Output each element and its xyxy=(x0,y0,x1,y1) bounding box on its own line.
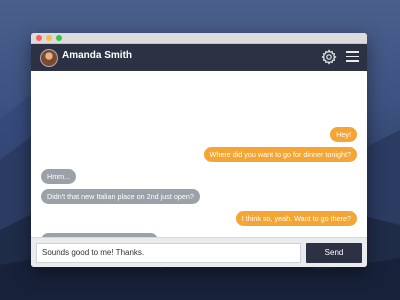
message-bubble-outgoing: Where did you want to go for dinner toni… xyxy=(203,147,357,162)
chat-header: Amanda Smith xyxy=(31,44,367,71)
message-bubble-incoming: Hmm... xyxy=(41,169,77,184)
chat-window: Amanda Smith Hey! Where did you want to … xyxy=(31,33,367,267)
window-titlebar xyxy=(31,33,367,44)
avatar[interactable] xyxy=(40,49,58,67)
contact-name: Amanda Smith xyxy=(62,50,133,61)
message-composer: Sounds good to me! Thanks. Send xyxy=(31,237,367,267)
message-bubble-outgoing: I think so, yeah. Want to go there? xyxy=(235,211,357,226)
hamburger-menu-icon[interactable] xyxy=(346,51,359,63)
gear-icon[interactable] xyxy=(321,49,337,65)
message-input[interactable]: Sounds good to me! Thanks. xyxy=(36,243,301,263)
zoom-window-button[interactable] xyxy=(56,35,62,41)
message-bubble-outgoing: Hey! xyxy=(330,127,357,142)
message-list: Hey! Where did you want to go for dinner… xyxy=(31,71,367,248)
close-window-button[interactable] xyxy=(36,35,42,41)
message-bubble-incoming: Didn't that new Italian place on 2nd jus… xyxy=(41,189,200,204)
send-button[interactable]: Send xyxy=(306,243,362,263)
minimize-window-button[interactable] xyxy=(46,35,52,41)
